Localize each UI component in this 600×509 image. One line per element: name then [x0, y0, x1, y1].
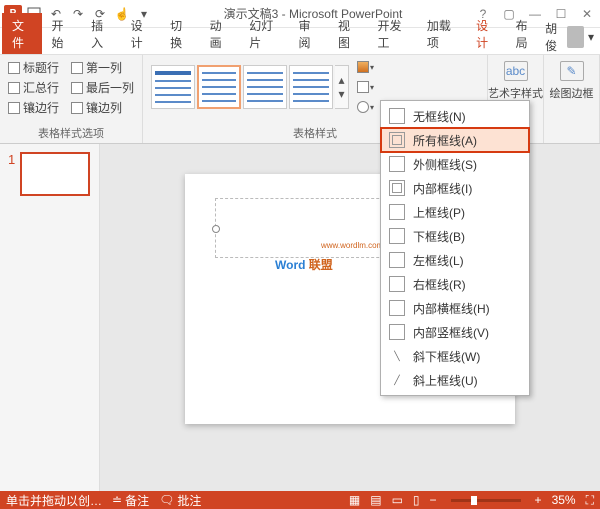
tab-table-design[interactable]: 设计: [466, 13, 506, 54]
zoom-slider[interactable]: [451, 499, 521, 502]
view-slideshow-icon[interactable]: ▯: [413, 493, 420, 507]
group-label-table-options: 表格样式选项: [8, 123, 134, 141]
dd-inside-h-border[interactable]: 内部横框线(H): [381, 296, 529, 320]
group-table-style-options: 标题行 第一列 汇总行 最后一列 镶边行 镶边列 表格样式选项: [0, 55, 143, 143]
tab-view[interactable]: 视图: [328, 13, 368, 54]
user-chevron-icon: ▾: [588, 30, 594, 44]
chk-first-col[interactable]: 第一列: [71, 59, 122, 76]
chk-total-row[interactable]: 汇总行: [8, 79, 59, 96]
dd-bottom-border[interactable]: 下框线(B): [381, 224, 529, 248]
borders-button[interactable]: ▾: [357, 79, 379, 95]
thumb-number: 1: [8, 152, 15, 167]
dd-inside-v-border[interactable]: 内部竖框线(V): [381, 320, 529, 344]
dd-diag-down-border[interactable]: ╲斜下框线(W): [381, 344, 529, 368]
zoom-level[interactable]: 35%: [552, 493, 576, 507]
tab-review[interactable]: 审阅: [288, 13, 328, 54]
gallery-more-icon[interactable]: ▴▾: [335, 65, 349, 109]
tab-slideshow[interactable]: 幻灯片: [239, 13, 288, 54]
slide-thumbnail-panel: 1: [0, 144, 100, 491]
style-item-selected[interactable]: [197, 65, 241, 109]
user-name: 胡俊: [545, 20, 563, 54]
dd-outside-borders[interactable]: 外侧框线(S): [381, 152, 529, 176]
zoom-in-icon[interactable]: +: [535, 493, 542, 507]
borders-dropdown: 无框线(N) 所有框线(A) 外侧框线(S) 内部框线(I) 上框线(P) 下框…: [380, 100, 530, 396]
style-item[interactable]: [243, 65, 287, 109]
dd-all-borders[interactable]: 所有框线(A): [381, 128, 529, 152]
user-area[interactable]: 胡俊 ▾: [545, 20, 600, 54]
avatar: [567, 26, 584, 48]
tab-insert[interactable]: 插入: [81, 13, 121, 54]
chk-banded-row[interactable]: 镶边行: [8, 99, 59, 116]
fit-window-icon[interactable]: ⛶: [586, 493, 594, 508]
tab-addins[interactable]: 加载项: [417, 13, 466, 54]
status-comments[interactable]: 🗨 批注: [159, 492, 201, 509]
status-drag-hint: 单击并拖动以创…: [6, 492, 102, 509]
dd-top-border[interactable]: 上框线(P): [381, 200, 529, 224]
tab-file[interactable]: 文件: [2, 13, 42, 54]
zoom-out-icon[interactable]: −: [430, 493, 437, 507]
view-sorter-icon[interactable]: ▤: [370, 493, 381, 507]
wordart-icon[interactable]: abc: [504, 61, 528, 81]
style-item[interactable]: [151, 65, 195, 109]
draw-border-icon[interactable]: ✎: [560, 61, 584, 81]
tab-home[interactable]: 开始: [42, 13, 82, 54]
dd-diag-up-border[interactable]: ╱斜上框线(U): [381, 368, 529, 392]
effects-button[interactable]: ▾: [357, 99, 379, 115]
tab-table-layout[interactable]: 布局: [506, 13, 546, 54]
style-item[interactable]: [289, 65, 333, 109]
tab-design-cn[interactable]: 设计: [121, 13, 161, 54]
chk-header-row[interactable]: 标题行: [8, 59, 59, 76]
status-notes[interactable]: ≐ 备注: [112, 492, 149, 509]
ribbon-tabs: 文件 开始 插入 设计 切换 动画 幻灯片 审阅 视图 开发工 加载项 设计 布…: [0, 28, 600, 54]
view-reading-icon[interactable]: ▭: [392, 493, 403, 507]
dd-inside-borders[interactable]: 内部框线(I): [381, 176, 529, 200]
dd-right-border[interactable]: 右框线(R): [381, 272, 529, 296]
tab-developer[interactable]: 开发工: [368, 13, 417, 54]
dd-no-border[interactable]: 无框线(N): [381, 104, 529, 128]
chk-banded-col[interactable]: 镶边列: [71, 99, 122, 116]
watermark: www.wordlm.com Word 联盟: [275, 249, 333, 275]
shading-button[interactable]: ▾: [357, 59, 379, 75]
tab-animations[interactable]: 动画: [200, 13, 240, 54]
group-draw-borders: ✎ 绘图边框: [544, 55, 600, 143]
status-bar: 单击并拖动以创… ≐ 备注 🗨 批注 ▦ ▤ ▭ ▯ − + 35% ⛶: [0, 491, 600, 509]
slide-thumbnail-1[interactable]: [20, 152, 90, 196]
tab-transitions[interactable]: 切换: [160, 13, 200, 54]
dd-left-border[interactable]: 左框线(L): [381, 248, 529, 272]
chk-last-col[interactable]: 最后一列: [71, 79, 134, 96]
view-normal-icon[interactable]: ▦: [349, 493, 360, 507]
